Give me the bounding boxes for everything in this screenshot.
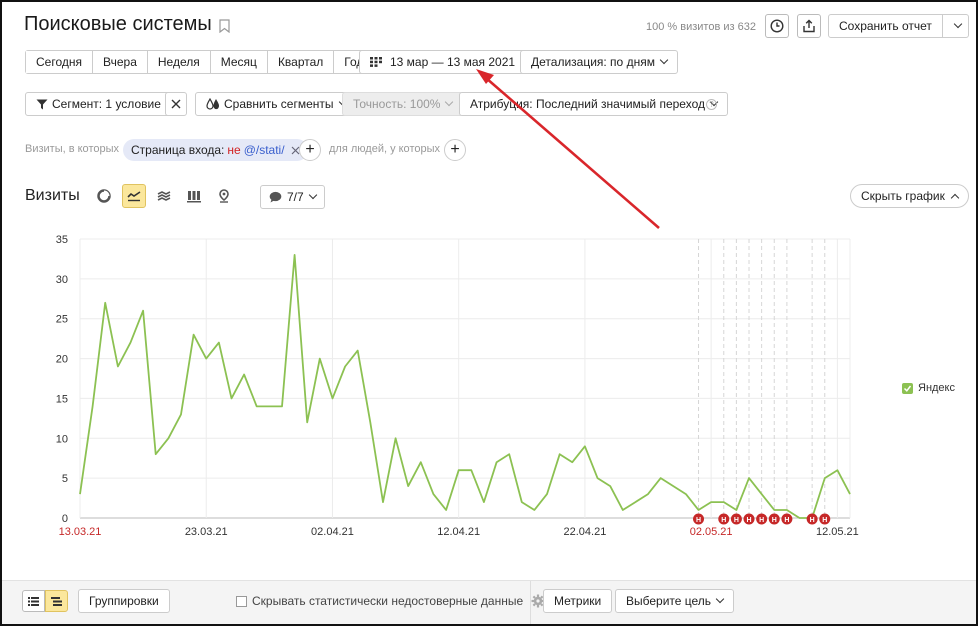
y-tick-label: 30: [56, 274, 68, 286]
chevron-down-icon: [715, 594, 725, 604]
y-tick-label: 20: [56, 354, 68, 366]
list-icon: [28, 596, 39, 606]
y-tick-label: 10: [56, 433, 68, 445]
hide-unreliable-label: Скрывать статистически недостоверные дан…: [252, 594, 524, 608]
tree-icon: [51, 596, 62, 606]
holiday-marker-label: H: [810, 517, 815, 524]
chart-legend: Яндекс: [902, 382, 955, 394]
check-icon: [903, 385, 912, 392]
holiday-marker-label: H: [696, 517, 701, 524]
metrics-button[interactable]: Метрики: [543, 589, 613, 613]
holiday-marker-label: H: [784, 517, 789, 524]
goal-select[interactable]: Выберите цель: [615, 589, 735, 613]
legend-checkbox[interactable]: [902, 382, 913, 394]
groupings-button[interactable]: Группировки: [78, 589, 170, 613]
y-tick-label: 25: [56, 314, 68, 326]
y-tick-label: 5: [62, 473, 68, 485]
holiday-marker-label: H: [759, 517, 764, 524]
goal-select-label: Выберите цель: [626, 594, 712, 608]
x-tick-label: 02.04.21: [311, 526, 354, 538]
x-tick-label: 23.03.21: [185, 526, 228, 538]
tree-view-button[interactable]: [45, 590, 68, 612]
report-window: Поисковые системы 100 % визитов из 632 С…: [0, 0, 978, 626]
y-tick-label: 35: [56, 234, 68, 246]
holiday-marker-label: H: [734, 517, 739, 524]
x-tick-label: 12.05.21: [816, 526, 859, 538]
list-view-button[interactable]: [22, 590, 45, 612]
view-mode-toggle: [22, 590, 68, 612]
x-tick-label: 02.05.21: [690, 526, 733, 538]
holiday-marker-label: H: [822, 517, 827, 524]
x-tick-label: 22.04.21: [564, 526, 607, 538]
bottom-toolbar: Группировки Скрывать статистически недос…: [2, 580, 976, 624]
legend-series-label: Яндекс: [918, 382, 955, 394]
hide-unreliable-checkbox[interactable]: [236, 595, 247, 607]
holiday-marker-label: H: [721, 517, 726, 524]
y-tick-label: 0: [62, 513, 68, 525]
x-tick-label: 13.03.21: [59, 526, 102, 538]
hide-unreliable-toggle[interactable]: Скрывать статистически недостоверные дан…: [236, 594, 545, 608]
y-tick-label: 15: [56, 393, 68, 405]
holiday-marker-label: H: [772, 517, 777, 524]
visits-chart: HHHHHHHHH 0510152025303513.03.21 23.03.21…: [56, 234, 859, 538]
holiday-marker-label: H: [746, 517, 751, 524]
x-tick-label: 12.04.21: [437, 526, 480, 538]
toolbar-divider: [530, 581, 531, 624]
